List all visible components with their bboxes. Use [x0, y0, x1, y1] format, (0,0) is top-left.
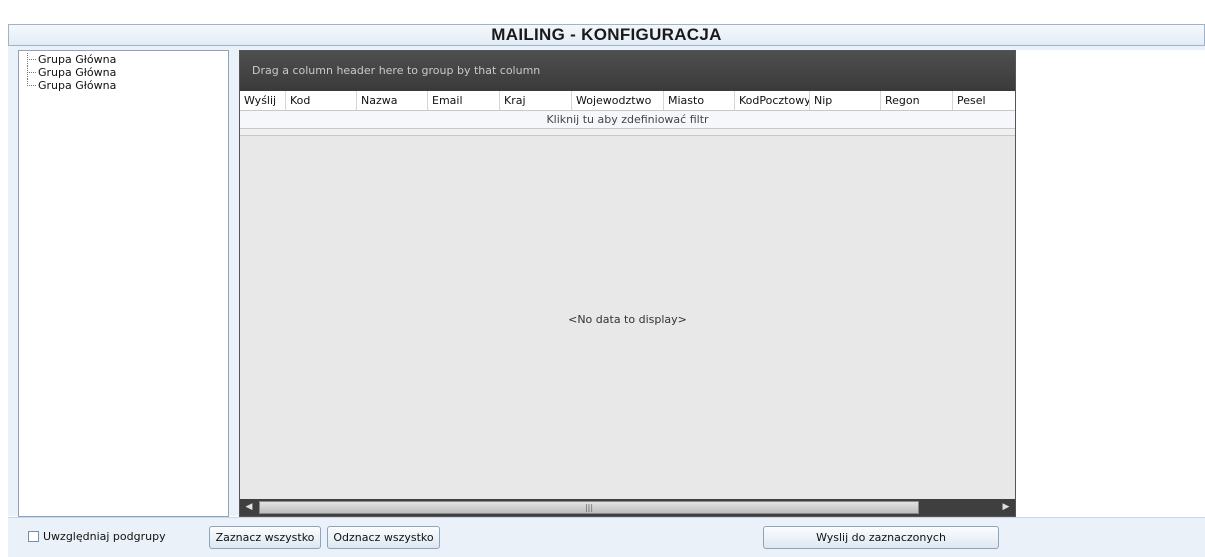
mailing-config-window: MAILING - KONFIGURACJA Grupa Główna Grup… [0, 0, 1205, 557]
filter-divider [240, 129, 1015, 136]
column-header-kraj[interactable]: Kraj [500, 91, 572, 110]
horizontal-scrollbar[interactable]: ◀ ||| ▶ [240, 499, 1015, 516]
tree-connector-icon [27, 66, 37, 79]
tree-connector-icon [27, 79, 37, 92]
tree-connector-icon [27, 53, 37, 66]
column-header-wojewodztwo[interactable]: Wojewodztwo [572, 91, 664, 110]
tree-item-label: Grupa Główna [38, 66, 117, 79]
tree-item-group[interactable]: Grupa Główna [19, 66, 228, 79]
column-header-wyslij[interactable]: Wyślij [240, 91, 286, 110]
tree-item-group[interactable]: Grupa Główna [19, 79, 228, 92]
filter-row[interactable]: Kliknij tu aby zdefiniować filtr [240, 111, 1015, 129]
column-header-row: Wyślij Kod Nazwa Email Kraj Wojewodztwo … [240, 91, 1015, 111]
include-subgroups-checkbox[interactable]: Uwzględniaj podgrupy [28, 530, 166, 543]
checkbox-box[interactable] [28, 531, 39, 542]
column-header-nazwa[interactable]: Nazwa [357, 91, 428, 110]
tree-item-label: Grupa Główna [38, 53, 117, 66]
column-header-kodpocztowy[interactable]: KodPocztowy [735, 91, 810, 110]
bottom-toolbar [8, 517, 1205, 557]
right-panel [1016, 50, 1205, 517]
column-header-miasto[interactable]: Miasto [664, 91, 735, 110]
grip-icon: ||| [584, 503, 594, 512]
arrow-left-icon[interactable]: ◀ [242, 501, 256, 514]
page-title: MAILING - KONFIGURACJA [8, 24, 1205, 46]
group-tree[interactable]: Grupa Główna Grupa Główna Grupa Główna [18, 50, 229, 517]
select-all-button[interactable]: Zaznacz wszystko [209, 526, 321, 549]
column-header-regon[interactable]: Regon [881, 91, 953, 110]
tree-item-group[interactable]: Grupa Główna [19, 53, 228, 66]
send-to-selected-button[interactable]: Wyslij do zaznaczonych [763, 526, 999, 549]
recipients-grid: Drag a column header here to group by th… [239, 50, 1016, 517]
group-by-panel[interactable]: Drag a column header here to group by th… [240, 51, 1015, 91]
tree-item-label: Grupa Główna [38, 79, 117, 92]
column-header-pesel[interactable]: Pesel [953, 91, 1015, 110]
include-subgroups-label: Uwzględniaj podgrupy [43, 530, 166, 543]
empty-grid-message: <No data to display> [568, 313, 687, 326]
deselect-all-button[interactable]: Odznacz wszystko [327, 526, 440, 549]
column-header-email[interactable]: Email [428, 91, 500, 110]
scrollbar-thumb[interactable]: ||| [259, 501, 919, 514]
column-header-nip[interactable]: Nip [810, 91, 881, 110]
arrow-right-icon[interactable]: ▶ [999, 501, 1013, 514]
column-header-kod[interactable]: Kod [286, 91, 357, 110]
